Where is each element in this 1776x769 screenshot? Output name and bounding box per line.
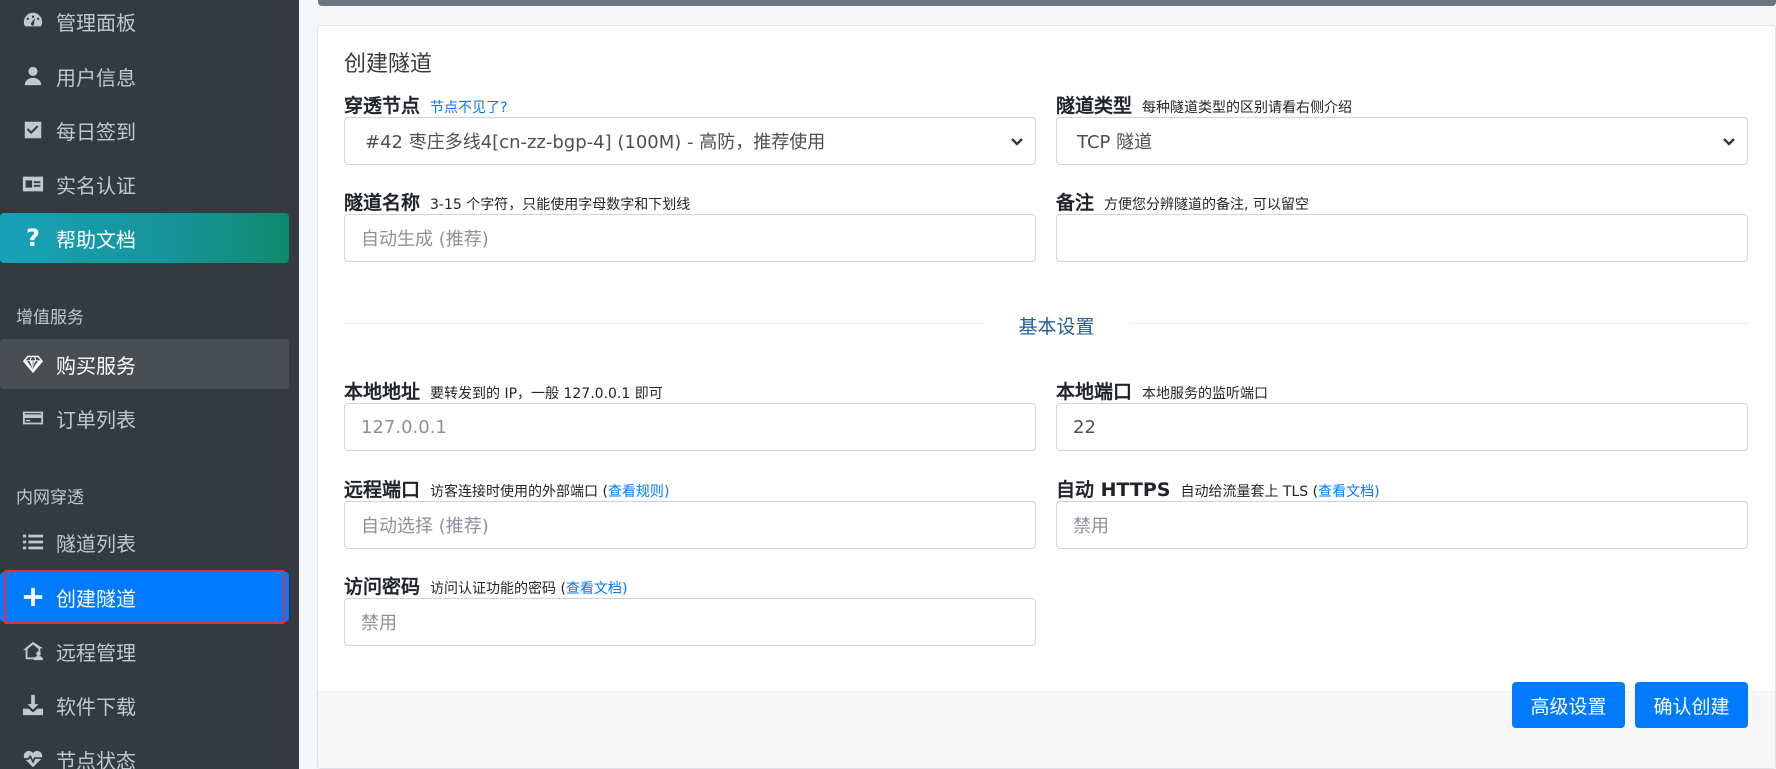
sidebar-item-label: 创建隧道 bbox=[56, 586, 136, 611]
local-port-label: 本地端口 本地服务的监听端口 bbox=[1056, 381, 1269, 403]
local-addr-input[interactable]: 127.0.0.1 bbox=[344, 403, 1036, 451]
sidebar-item-label: 远程管理 bbox=[56, 640, 136, 665]
list-icon bbox=[20, 529, 46, 555]
nav-header-intranet: 内网穿透 bbox=[16, 488, 84, 508]
user-icon bbox=[20, 63, 46, 89]
remark-input[interactable] bbox=[1056, 214, 1748, 262]
access-password-input[interactable]: 禁用 bbox=[344, 598, 1036, 646]
create-tunnel-card: 创建隧道 穿透节点 节点不见了? 隧道类型 每种隧道类型的区别请看右侧介绍 #4… bbox=[317, 25, 1776, 769]
tunnel-name-input[interactable]: 自动生成 (推荐) bbox=[344, 214, 1036, 262]
node-missing-link[interactable]: 节点不见了? bbox=[430, 97, 507, 117]
sidebar-item-software-download[interactable]: 软件下载 bbox=[0, 680, 289, 730]
tunnel-name-label: 隧道名称 3-15 个字符，只能使用字母数字和下划线 bbox=[344, 192, 691, 214]
node-label: 穿透节点 节点不见了? bbox=[344, 95, 508, 117]
sidebar-item-daily-checkin[interactable]: 每日签到 bbox=[0, 105, 289, 155]
sidebar-item-label: 用户信息 bbox=[56, 65, 136, 90]
sidebar-item-label: 帮助文档 bbox=[56, 227, 136, 252]
confirm-create-button[interactable]: 确认创建 bbox=[1635, 682, 1748, 728]
sidebar-item-real-name[interactable]: 实名认证 bbox=[0, 159, 289, 209]
chevron-down-icon bbox=[1721, 133, 1737, 149]
credit-card-icon bbox=[20, 405, 46, 431]
sidebar-item-label: 实名认证 bbox=[56, 173, 136, 198]
sidebar-item-remote-manage[interactable]: 远程管理 bbox=[0, 626, 289, 676]
sidebar-item-label: 管理面板 bbox=[56, 10, 136, 35]
sidebar-item-buy-service[interactable]: 购买服务 bbox=[0, 339, 289, 389]
section-title-basic: 基本设置 bbox=[1018, 316, 1095, 338]
remark-label: 备注 方便您分辨隧道的备注, 可以留空 bbox=[1056, 192, 1309, 214]
dashboard-gauge-icon bbox=[20, 8, 46, 34]
sidebar-item-help-docs[interactable]: ? 帮助文档 bbox=[0, 213, 289, 263]
sidebar-item-label: 节点状态 bbox=[56, 748, 136, 769]
sidebar-item-label: 隧道列表 bbox=[56, 531, 136, 556]
download-icon bbox=[20, 692, 46, 718]
tunnel-type-select[interactable]: TCP 隧道 bbox=[1056, 117, 1748, 165]
auto-https-label: 自动 HTTPS 自动给流量套上 TLS (查看文档) bbox=[1056, 479, 1380, 501]
sidebar-item-order-list[interactable]: 订单列表 bbox=[0, 393, 289, 443]
tunnel-type-label: 隧道类型 每种隧道类型的区别请看右侧介绍 bbox=[1056, 95, 1353, 117]
sidebar-item-label: 购买服务 bbox=[56, 353, 136, 378]
diamond-icon bbox=[20, 351, 46, 377]
id-card-icon bbox=[20, 171, 46, 197]
card-title: 创建隧道 bbox=[344, 52, 433, 77]
view-rules-link[interactable]: 查看规则 bbox=[608, 481, 664, 501]
chevron-down-icon bbox=[1009, 133, 1025, 149]
question-icon: ? bbox=[26, 224, 40, 252]
plus-icon bbox=[20, 584, 46, 610]
check-square-icon bbox=[20, 117, 46, 143]
view-docs-link[interactable]: 查看文档 bbox=[1318, 481, 1374, 501]
section-divider-right bbox=[1129, 323, 1749, 324]
view-docs-link[interactable]: 查看文档 bbox=[566, 578, 622, 598]
node-select[interactable]: #42 枣庄多线4[cn-zz-bgp-4] (100M) - 高防，推荐使用 bbox=[344, 117, 1036, 165]
sidebar-item-node-status[interactable]: 节点状态 bbox=[0, 734, 289, 769]
remote-port-label: 远程端口 访客连接时使用的外部端口 (查看规则) bbox=[344, 479, 670, 501]
nav-header-value-added: 增值服务 bbox=[16, 308, 84, 328]
remote-port-input[interactable]: 自动选择 (推荐) bbox=[344, 501, 1036, 549]
heartbeat-icon bbox=[20, 746, 46, 769]
house-user-icon bbox=[20, 638, 46, 664]
sidebar-item-label: 订单列表 bbox=[56, 407, 136, 432]
local-addr-label: 本地地址 要转发到的 IP，一般 127.0.0.1 即可 bbox=[344, 381, 663, 403]
section-divider-left bbox=[344, 323, 984, 324]
local-port-input[interactable]: 22 bbox=[1056, 403, 1748, 451]
top-card-bottom-edge bbox=[318, 0, 1776, 6]
sidebar-item-tunnel-list[interactable]: 隧道列表 bbox=[0, 517, 289, 567]
access-password-label: 访问密码 访问认证功能的密码 (查看文档) bbox=[344, 576, 628, 598]
sidebar-item-create-tunnel[interactable]: 创建隧道 bbox=[0, 572, 289, 622]
sidebar: 管理面板 用户信息 每日签到 实名认证 ? 帮助文档 增值服务 购买服务 订单列… bbox=[0, 0, 299, 769]
advanced-settings-button[interactable]: 高级设置 bbox=[1512, 682, 1625, 728]
sidebar-item-user-info[interactable]: 用户信息 bbox=[0, 51, 289, 101]
sidebar-item-label: 软件下载 bbox=[56, 694, 136, 719]
sidebar-item-dashboard[interactable]: 管理面板 bbox=[0, 0, 289, 46]
sidebar-item-label: 每日签到 bbox=[56, 119, 136, 144]
auto-https-input[interactable]: 禁用 bbox=[1056, 501, 1748, 549]
